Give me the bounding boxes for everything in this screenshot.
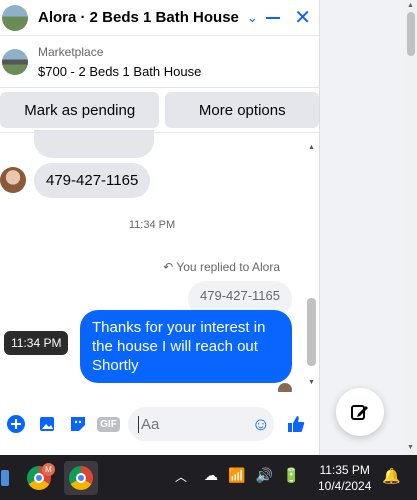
incoming-message-partial[interactable] [34, 130, 154, 158]
reply-note-text: You replied to Alora [176, 260, 280, 274]
listing-actions: Mark as pending More options [0, 88, 319, 133]
gif-label: GIF [97, 416, 120, 432]
composer-bar: GIF ☺ [0, 404, 320, 444]
scroll-thumb[interactable] [407, 12, 415, 56]
listing-avatar [2, 4, 28, 31]
chat-header[interactable]: Alora · 2 Beds 1 Bath House ⌄ ✕ [0, 0, 319, 36]
sender-avatar[interactable] [0, 167, 26, 193]
battery-icon[interactable]: 🔋 [283, 467, 300, 484]
listing-kind: Marketplace [38, 44, 104, 59]
onedrive-icon[interactable]: ☁ [204, 467, 218, 484]
outgoing-message[interactable]: Thanks for your interest in the house I … [80, 310, 292, 383]
notification-bell-icon[interactable]: 🔔 [382, 467, 401, 485]
clock-date: 10/4/2024 [318, 479, 372, 493]
close-icon[interactable]: ✕ [294, 8, 311, 28]
message-input[interactable] [138, 415, 238, 433]
scroll-down-icon[interactable]: ▼ [308, 379, 315, 386]
start-edge[interactable] [0, 461, 10, 495]
page-scrollbar[interactable]: ▲ ▼ [405, 0, 417, 455]
volume-icon[interactable]: 🔊 [255, 467, 272, 484]
plus-circle-icon[interactable] [0, 415, 31, 433]
profile-badge: M [42, 463, 55, 476]
reply-note: ↶ You replied to Alora [163, 260, 280, 274]
time-divider: 11:34 PM [128, 219, 176, 231]
compose-icon [351, 405, 368, 420]
photo-icon[interactable] [31, 415, 62, 433]
chrome-taskbar-button[interactable]: M [22, 461, 56, 495]
listing-thumbnail [2, 48, 28, 75]
timestamp-tooltip: 11:34 PM [4, 331, 69, 355]
gif-icon[interactable]: GIF [93, 416, 124, 432]
listing-price: $700 - 2 Beds 1 Bath House [38, 63, 202, 79]
clock-time: 11:35 PM [319, 463, 370, 477]
scroll-up-icon[interactable]: ▲ [407, 2, 414, 9]
chat-window: Alora · 2 Beds 1 Bath House ⌄ ✕ Marketpl… [0, 0, 320, 455]
clock[interactable]: 11:35 PM 10/4/2024 [318, 462, 371, 494]
seen-avatar [278, 383, 292, 392]
thread-scrollbar[interactable]: ▲ ▼ [304, 140, 318, 390]
page-background: ▲ ▼ [320, 0, 417, 455]
chat-title[interactable]: Alora · 2 Beds 1 Bath House [38, 9, 239, 26]
new-message-button[interactable] [336, 388, 384, 436]
like-icon[interactable] [280, 414, 311, 434]
system-tray: ☁ 📶 🔊 🔋 [204, 467, 300, 484]
incoming-message[interactable]: 479-427-1165 [34, 163, 151, 198]
message-thread[interactable]: 479-427-1165 11:34 PM ↶ You replied to A… [0, 130, 304, 392]
scroll-thumb[interactable] [307, 298, 316, 366]
minimize-icon[interactable] [266, 16, 281, 19]
chrome-icon [69, 466, 93, 490]
taskbar: M ︿ ☁ 📶 🔊 🔋 11:35 PM 10/4/2024 🔔 [0, 455, 417, 500]
scroll-up-icon[interactable]: ▲ [308, 144, 315, 151]
chrome-profile-taskbar-button[interactable] [64, 461, 98, 495]
tray-chevron-icon[interactable]: ︿ [175, 468, 187, 485]
reply-icon: ↶ [163, 260, 174, 274]
wifi-icon[interactable]: 📶 [228, 467, 245, 484]
listing-summary[interactable]: Marketplace $700 - 2 Beds 1 Bath House [0, 36, 319, 88]
emoji-icon[interactable]: ☺ [252, 414, 270, 435]
message-input-wrap[interactable]: ☺ [128, 407, 274, 441]
chevron-down-icon[interactable]: ⌄ [247, 10, 258, 26]
more-options-button[interactable]: More options [165, 92, 319, 128]
sticker-icon[interactable] [62, 415, 93, 433]
mark-as-pending-button[interactable]: Mark as pending [0, 92, 160, 128]
scroll-down-icon[interactable]: ▼ [407, 444, 414, 451]
